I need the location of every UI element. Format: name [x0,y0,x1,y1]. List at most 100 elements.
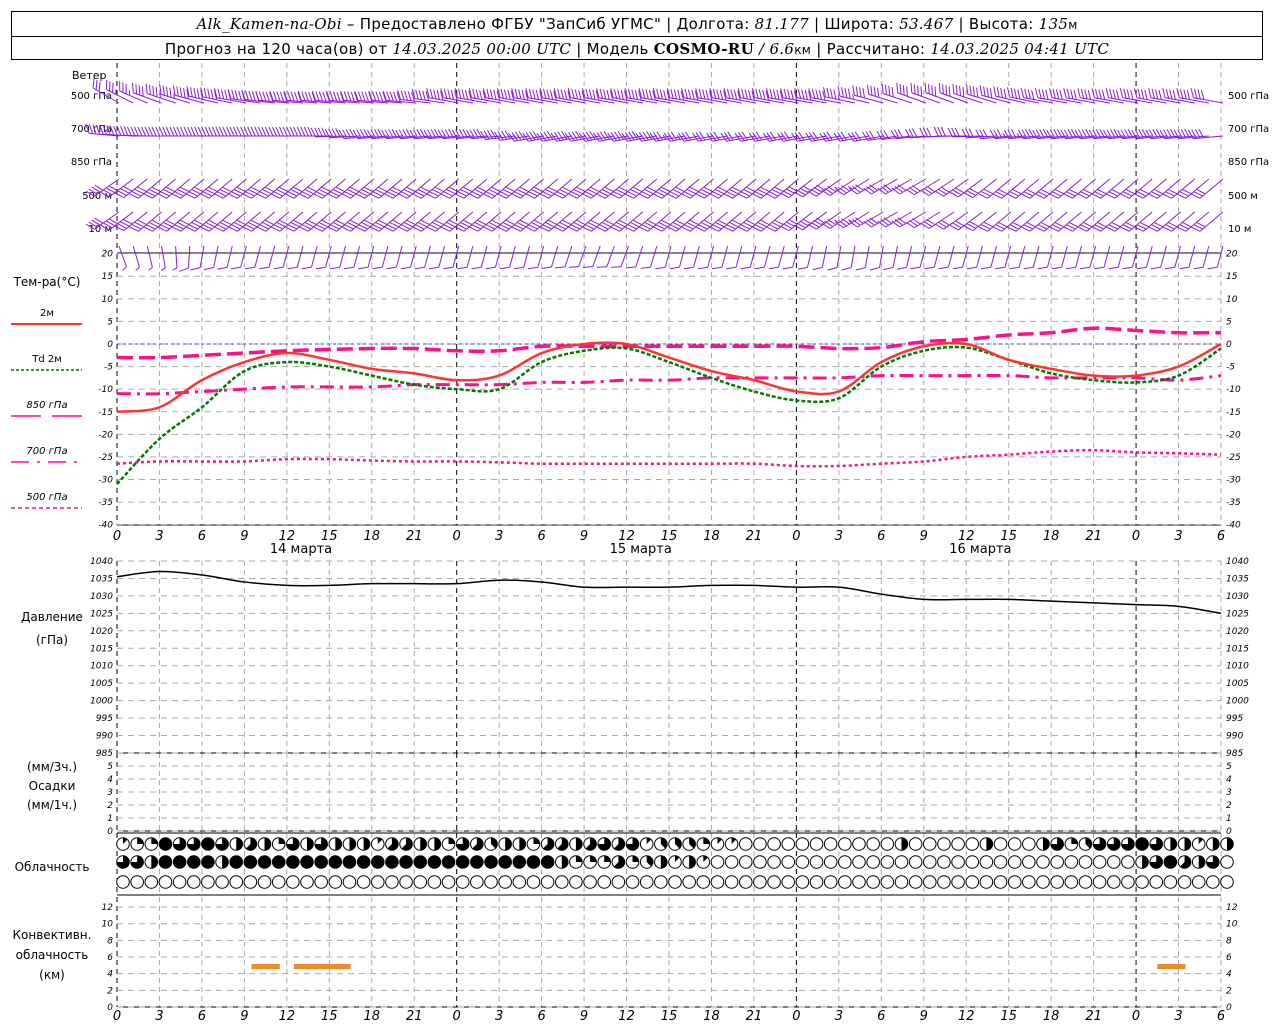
wind-barb-shaft [392,211,417,232]
cloud-cover-icon [965,855,980,869]
wind-barb-shaft [1171,178,1196,199]
wind-barb-feather [145,83,148,94]
wind-barb-feather [884,84,887,95]
cloud-cover-icon [1092,855,1107,869]
wind-barb-feather [592,89,596,100]
wind-barb-feather [169,126,175,137]
wind-barb-feather [196,88,200,99]
wind-barb [597,245,615,268]
cloud-cover-icon [979,875,994,889]
wind-barb-feather [1101,89,1106,100]
cloud-cover-icon [838,855,852,869]
cloud-circle [1191,875,1206,889]
wind-barb-feather [393,91,398,102]
wind-barb-feather [1158,89,1162,100]
cloud-cover-icon [597,837,612,851]
wind-barb-shaft [976,245,983,268]
cloud-circle [1177,875,1192,889]
wind-barb-shaft [782,97,813,104]
cloud-cover-icon [186,837,201,851]
y-tick-label-right: 1 [1226,814,1232,824]
cloud-circle [838,837,852,851]
wind-barb-shaft [704,211,728,232]
cloud-cover-icon [314,837,328,851]
cloud-circle [1092,855,1107,869]
cloud-fill [1184,837,1191,851]
wind-barb-shaft [591,178,615,199]
cloud-cover-icon [1050,837,1064,851]
wind-barb-shaft [457,97,488,104]
wind-barb-feather [229,126,235,137]
wind-barb-feather [896,266,907,270]
wind-barb [797,245,814,270]
wind-barb-shaft [857,211,884,228]
wind-barb-shaft [1058,178,1082,199]
wind-barb-shaft [251,178,276,199]
wind-barb-shaft [664,245,672,268]
wind-barb-feather [1084,89,1088,100]
cloud-cover-icon [286,855,300,869]
wind-barb-feather [148,84,151,95]
wind-barb-feather [804,89,808,100]
cloud-circle [979,875,994,889]
cloud-circle [767,837,781,851]
cloud-circle [838,875,852,889]
wind-barb [179,245,191,272]
wind-barb-shaft [166,178,191,199]
cloud-circle [724,875,739,889]
wind-barb-shaft [1146,245,1153,268]
wind-barb-feather [429,88,434,99]
wind-barb [1190,178,1224,199]
cloud-cover-icon [201,875,215,889]
wind-barb-feather [1020,88,1025,98]
cloud-cover-icon [286,837,300,851]
wind-barb-shaft [265,211,290,232]
wind-barb-feather [189,87,193,97]
y-tick-label-right: -10 [1226,385,1241,395]
cloud-cover-icon [470,875,484,889]
wind-barb-feather [811,88,816,99]
wind-barb-shaft [339,245,346,268]
wind-barb-feather [203,87,207,98]
day-label: 14 марта [270,542,332,557]
wind-barb-shaft [850,245,856,268]
wind-barb-shaft [282,245,290,268]
wind-barb-feather [648,89,653,100]
y-tick-label-left: 20 [102,250,114,260]
wind-barb-feather [475,89,479,100]
wind-barb [1190,211,1224,232]
wind-barb-feather [983,86,986,97]
y-tick-label-right: -40 [1226,521,1241,531]
cloud-cover-icon [498,875,512,889]
cloud-cover-icon [738,855,753,869]
wind-barb-feather [151,126,157,137]
cloud-circle [767,875,781,889]
wind-barb-shaft [718,211,743,232]
wind-barb-feather [152,85,155,96]
cloud-cover-icon [1036,855,1050,869]
cloud-cover-icon [866,875,880,889]
cloud-cover-icon [1177,837,1192,851]
wind-barb-feather [1094,88,1099,99]
wind-barb-feather [318,91,324,102]
wind-barb-feather [741,88,745,99]
wind-barb-feather [776,89,780,100]
wind-barb-shaft [1044,211,1068,232]
wind-barb-shaft [1216,245,1224,268]
wind-barb-feather [290,91,295,102]
wind-barb-feather [815,89,819,100]
wind-barb-feather [210,89,214,100]
cloud-cover-icon [257,837,272,851]
wind-barb-feather [179,267,189,272]
wind-barb-feather [250,126,256,137]
cloud-fill [1227,837,1234,851]
wind-barb-feather [389,91,394,102]
cloud-cover-icon [512,837,527,851]
cloud-cover-icon [526,855,541,869]
wind-barb-feather [400,266,411,270]
wind-barb-shaft [485,97,516,104]
wind-barb-feather [716,89,720,100]
wind-barb-shaft [395,245,403,268]
wind-barb-feather [172,126,178,137]
wind-barb-feather [979,85,983,96]
